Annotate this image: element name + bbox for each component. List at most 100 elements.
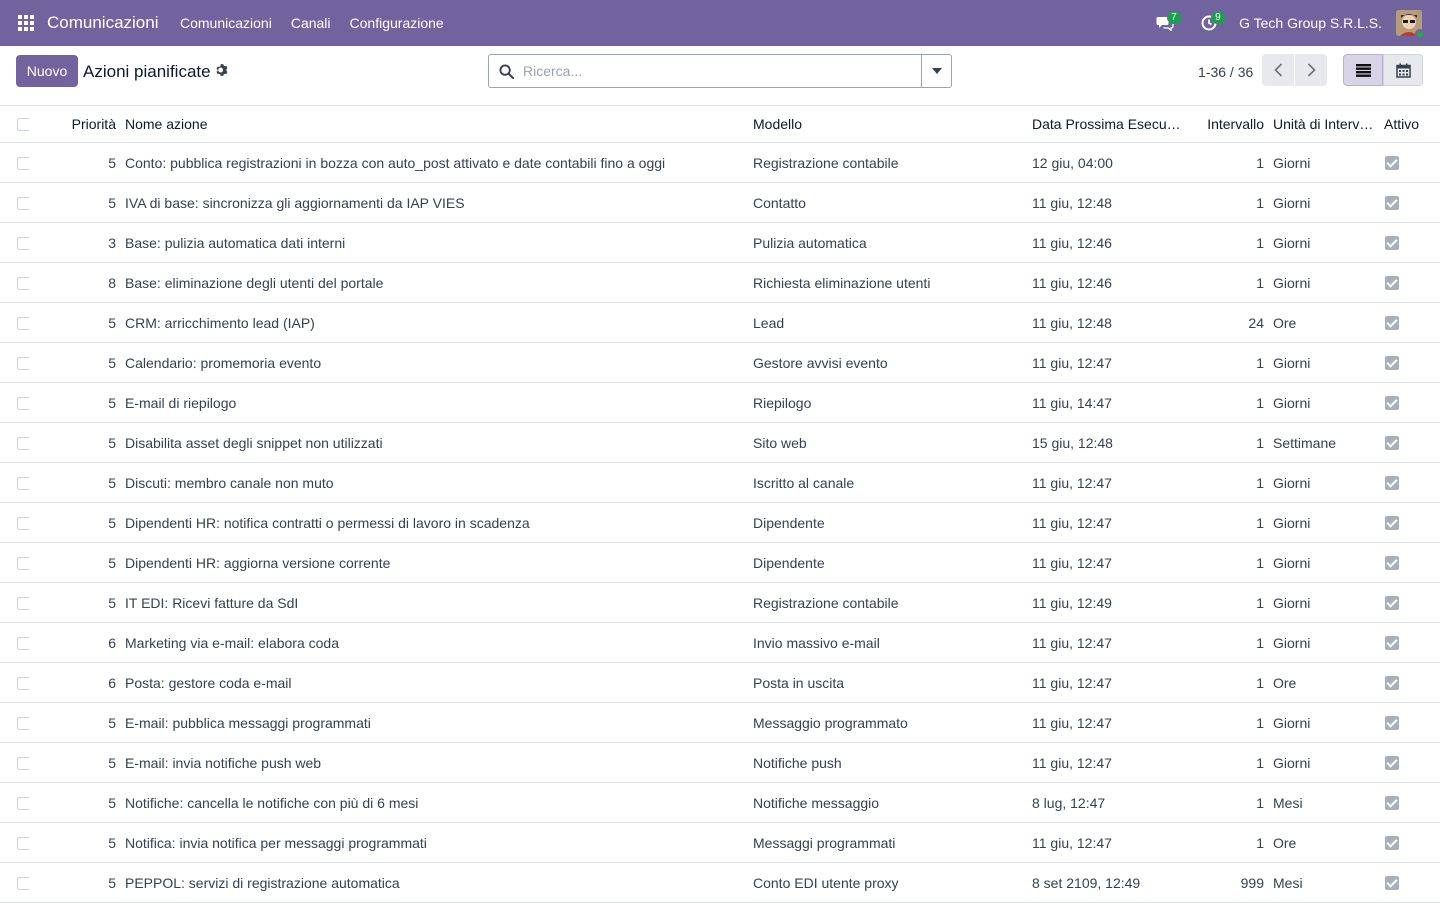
table-row[interactable]: 5 CRM: arricchimento lead (IAP) Lead 11 giu… xyxy=(0,303,1440,343)
row-select-checkbox[interactable] xyxy=(17,783,29,823)
cell-active-checkbox[interactable] xyxy=(1384,143,1424,183)
cell-interval: 1 xyxy=(1256,795,1264,811)
row-select-checkbox[interactable] xyxy=(17,423,29,463)
table-row[interactable]: 5 Calendario: promemoria evento Gestore av… xyxy=(0,343,1440,383)
search-icon xyxy=(489,63,523,79)
select-all-checkbox[interactable] xyxy=(17,105,29,143)
cell-active-checkbox[interactable] xyxy=(1384,863,1424,903)
cell-unit: Giorni xyxy=(1273,595,1311,611)
table-row[interactable]: 5 Dipendenti HR: aggiorna versione corren… xyxy=(0,543,1440,583)
menu-configurazione[interactable]: Configurazione xyxy=(340,15,453,31)
cell-active-checkbox[interactable] xyxy=(1384,743,1424,783)
cell-active-checkbox[interactable] xyxy=(1384,823,1424,863)
cell-next-date: 11 giu, 12:47 xyxy=(1032,635,1112,651)
row-select-checkbox[interactable] xyxy=(17,823,29,863)
cell-active-checkbox[interactable] xyxy=(1384,623,1424,663)
table-row[interactable]: 5 Dipendenti HR: notifica contratti o per… xyxy=(0,503,1440,543)
header-unit[interactable]: Unità di Intervallo xyxy=(1273,105,1377,143)
cell-active-checkbox[interactable] xyxy=(1384,583,1424,623)
table-row[interactable]: 5 PEPPOL: servizi di registrazione automa… xyxy=(0,863,1440,903)
user-avatar[interactable] xyxy=(1396,10,1425,39)
table-row[interactable]: 3 Base: pulizia automatica dati interni Pu… xyxy=(0,223,1440,263)
table-row[interactable]: 5 Conto: pubblica registrazioni in bozza … xyxy=(0,143,1440,183)
table-header-row: Priorità Nome azione Modello Data Prossi… xyxy=(0,105,1440,143)
search-input[interactable] xyxy=(523,56,921,86)
row-select-checkbox[interactable] xyxy=(17,383,29,423)
cell-name: Conto: pubblica registrazioni in bozza c… xyxy=(125,155,666,171)
row-select-checkbox[interactable] xyxy=(17,183,29,223)
row-select-checkbox[interactable] xyxy=(17,223,29,263)
table-row[interactable]: 8 Base: eliminazione degli utenti del por… xyxy=(0,263,1440,303)
cell-active-checkbox[interactable] xyxy=(1384,303,1424,343)
header-next-date[interactable]: Data Prossima Esecuzione xyxy=(1032,105,1182,143)
activities-button[interactable]: 9 xyxy=(1187,0,1231,46)
new-button[interactable]: Nuovo xyxy=(16,55,78,87)
header-model[interactable]: Modello xyxy=(753,105,1013,143)
search-options-toggle[interactable] xyxy=(921,55,951,87)
cell-priority: 5 xyxy=(108,555,116,571)
cell-next-date: 11 giu, 12:47 xyxy=(1032,515,1112,531)
table-row[interactable]: 5 Discuti: membro canale non muto Iscritto… xyxy=(0,463,1440,503)
cell-active-checkbox[interactable] xyxy=(1384,423,1424,463)
cell-active-checkbox[interactable] xyxy=(1384,343,1424,383)
table-row[interactable]: 6 Marketing via e-mail: elabora coda Invio… xyxy=(0,623,1440,663)
table-row[interactable]: 5 Notifiche: cancella le notifiche con pi… xyxy=(0,783,1440,823)
list-view-button[interactable] xyxy=(1343,54,1383,86)
calendar-view-button[interactable] xyxy=(1383,54,1423,86)
cell-next-date: 8 set 2109, 12:49 xyxy=(1032,875,1141,891)
row-select-checkbox[interactable] xyxy=(17,743,29,783)
cell-active-checkbox[interactable] xyxy=(1384,183,1424,223)
company-switcher[interactable]: G Tech Group S.R.L.S. xyxy=(1239,15,1382,31)
menu-comunicazioni[interactable]: Comunicazioni xyxy=(171,15,282,31)
table-row[interactable]: 5 E-mail di riepilogo Riepilogo 11 giu, 14:… xyxy=(0,383,1440,423)
row-select-checkbox[interactable] xyxy=(17,263,29,303)
table-row[interactable]: 5 Disabilita asset degli snippet non util… xyxy=(0,423,1440,463)
header-interval[interactable]: Intervallo xyxy=(1196,105,1264,143)
row-select-checkbox[interactable] xyxy=(17,663,29,703)
header-priority[interactable]: Priorità xyxy=(50,105,116,143)
gear-icon[interactable] xyxy=(215,63,229,81)
table-row[interactable]: 5 E-mail: invia notifiche push web Notific… xyxy=(0,743,1440,783)
cell-interval: 1 xyxy=(1256,395,1264,411)
row-select-checkbox[interactable] xyxy=(17,503,29,543)
header-active[interactable]: Attivo xyxy=(1384,105,1424,143)
apps-menu-icon[interactable] xyxy=(0,0,52,46)
pager-value[interactable]: 1-36 / 36 xyxy=(1198,64,1253,80)
cell-active-checkbox[interactable] xyxy=(1384,263,1424,303)
row-select-checkbox[interactable] xyxy=(17,703,29,743)
table-row[interactable]: 6 Posta: gestore coda e-mail Posta in usci… xyxy=(0,663,1440,703)
table-row[interactable]: 5 E-mail: pubblica messaggi programmati Me… xyxy=(0,703,1440,743)
cell-active-checkbox[interactable] xyxy=(1384,783,1424,823)
row-select-checkbox[interactable] xyxy=(17,303,29,343)
cell-active-checkbox[interactable] xyxy=(1384,543,1424,583)
cell-active-checkbox[interactable] xyxy=(1384,383,1424,423)
messages-button[interactable]: 7 xyxy=(1143,0,1187,46)
menu-canali[interactable]: Canali xyxy=(281,15,340,31)
cell-priority: 5 xyxy=(108,315,116,331)
table-row[interactable]: 5 IT EDI: Ricevi fatture da SdI Registrazi… xyxy=(0,583,1440,623)
app-title[interactable]: Comunicazioni xyxy=(47,13,159,33)
cell-active-checkbox[interactable] xyxy=(1384,223,1424,263)
row-select-checkbox[interactable] xyxy=(17,543,29,583)
cell-active-checkbox[interactable] xyxy=(1384,663,1424,703)
row-select-checkbox[interactable] xyxy=(17,583,29,623)
cell-model: Pulizia automatica xyxy=(753,235,867,251)
row-select-checkbox[interactable] xyxy=(17,343,29,383)
row-select-checkbox[interactable] xyxy=(17,863,29,903)
header-name[interactable]: Nome azione xyxy=(125,105,735,143)
pager-next-button[interactable] xyxy=(1295,54,1327,86)
cell-next-date: 11 giu, 12:47 xyxy=(1032,675,1112,691)
row-select-checkbox[interactable] xyxy=(17,623,29,663)
row-select-checkbox[interactable] xyxy=(17,463,29,503)
cell-active-checkbox[interactable] xyxy=(1384,503,1424,543)
cell-priority: 5 xyxy=(108,475,116,491)
pager-previous-button[interactable] xyxy=(1262,54,1294,86)
cell-active-checkbox[interactable] xyxy=(1384,463,1424,503)
cell-next-date: 11 giu, 12:47 xyxy=(1032,555,1112,571)
cell-interval: 1 xyxy=(1256,195,1264,211)
cell-active-checkbox[interactable] xyxy=(1384,703,1424,743)
table-row[interactable]: 5 Notifica: invia notifica per messaggi p… xyxy=(0,823,1440,863)
table-row[interactable]: 5 IVA di base: sincronizza gli aggiorname… xyxy=(0,183,1440,223)
row-select-checkbox[interactable] xyxy=(17,143,29,183)
chevron-left-icon xyxy=(1273,63,1282,77)
